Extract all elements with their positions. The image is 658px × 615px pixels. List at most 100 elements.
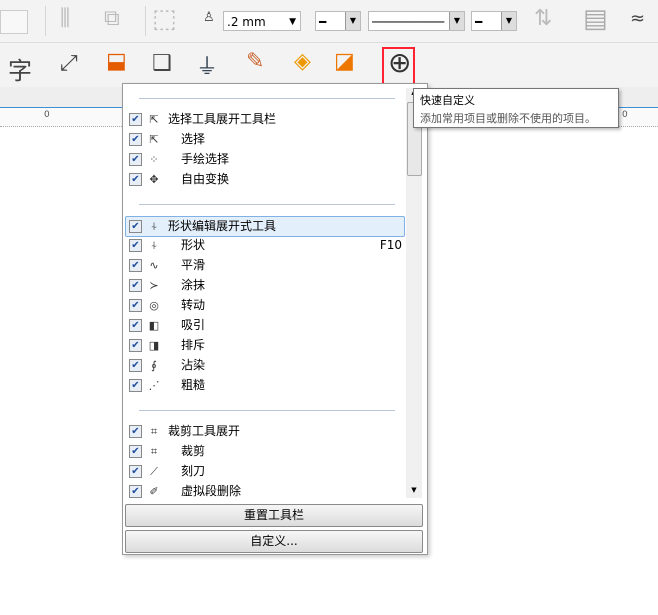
checkbox[interactable]: ✔ <box>129 339 142 352</box>
checkbox[interactable]: ✔ <box>129 299 142 312</box>
ruler-tick: 0 <box>44 110 50 120</box>
virtual-segment-delete-icon: ✐ <box>149 485 159 498</box>
wrap-text-icon[interactable]: ▤ <box>583 4 608 34</box>
menu-item[interactable]: ✔ ⋰ 粗糙 <box>126 376 404 395</box>
text-tool-icon[interactable]: 字 <box>8 51 32 86</box>
outline-width-value: .2 mm <box>227 15 266 29</box>
outline-width-select[interactable]: .2 mm ▼ <box>223 11 301 31</box>
menu-item[interactable]: ✔ ≻ 涂抹 <box>126 276 404 295</box>
menu-separator <box>139 98 395 99</box>
dimension-tool-icon[interactable]: ⤢ <box>60 51 78 76</box>
checkbox[interactable]: ✔ <box>129 239 142 252</box>
menu-item-label: 裁剪 <box>181 444 206 458</box>
reverse-icon[interactable]: ⇅ <box>534 6 552 31</box>
menu-item-label: 吸引 <box>181 318 206 332</box>
checkbox[interactable]: ✔ <box>129 425 142 438</box>
line-style-select[interactable]: ────────── ▼ <box>368 11 465 31</box>
checkbox[interactable]: ✔ <box>129 173 142 186</box>
menu-item[interactable]: ✔ ⁘ 手绘选择 <box>126 150 404 169</box>
checkbox[interactable]: ✔ <box>129 359 142 372</box>
crop-icon: ⌗ <box>150 445 158 458</box>
menu-item-label: 选择 <box>181 132 206 146</box>
checkbox[interactable]: ✔ <box>129 259 142 272</box>
menu-item-label: 涂抹 <box>181 278 206 292</box>
chevron-down-icon: ▼ <box>289 17 296 27</box>
menu-item-label: 转动 <box>181 298 206 312</box>
smudge-icon: ∮ <box>151 359 157 372</box>
attract-icon: ◧ <box>148 319 160 332</box>
menu-item-label: 形状 <box>181 238 206 252</box>
menu-item-label: 粗糙 <box>181 378 206 392</box>
menu-item[interactable]: ✔ ∿ 平滑 <box>126 256 404 275</box>
smear-icon: ≻ <box>149 279 159 292</box>
menu-item[interactable]: ✔ ◎ 转动 <box>126 296 404 315</box>
menu-item[interactable]: ✔ ⍭ 形状 F10 <box>126 236 404 255</box>
scrollbar[interactable]: ▲ ▼ <box>406 88 422 498</box>
checkbox[interactable]: ✔ <box>129 220 142 233</box>
chevron-down-icon: ▼ <box>449 12 464 30</box>
menu-item-label: 平滑 <box>181 258 206 272</box>
break-apart-icon[interactable]: ⧉ <box>104 6 120 31</box>
menu-separator <box>139 410 395 411</box>
fill-tool-icon[interactable]: ◈ <box>294 49 311 74</box>
tooltip-description: 添加常用项目或删除不使用的项目。 <box>420 112 596 125</box>
transparency-tool-icon[interactable]: ⏚ <box>196 49 218 81</box>
repel-icon: ◨ <box>148 339 160 352</box>
tooltip-title: 快速自定义 <box>420 94 475 107</box>
connector-tool-icon[interactable]: ⬓ <box>106 49 127 74</box>
ruler-tick: 0 <box>622 110 628 120</box>
menu-item[interactable]: ✔ ⇱ 选择工具展开工具栏 <box>126 110 404 129</box>
checkbox[interactable]: ✔ <box>129 445 142 458</box>
end-arrow-select[interactable]: ━ ▼ <box>471 11 517 31</box>
reset-toolbar-button[interactable]: 重置工具栏 <box>125 504 423 527</box>
shortcut-label: F10 <box>379 238 402 252</box>
menu-item[interactable]: ✔ ∮ 沾染 <box>126 356 404 375</box>
customize-menu: ✔ ⇱ 选择工具展开工具栏 ✔ ⇱ 选择 ✔ ⁘ 手绘选择 ✔ ✥ 自由变换 ✔ ⍭ 形状编辑展开式工具 ✔ ⍭… <box>122 83 428 555</box>
knife-icon: ⟋ <box>150 465 158 478</box>
menu-item[interactable]: ✔ ⟋ 刻刀 <box>126 462 404 481</box>
pen-nib-icon: ♙ <box>203 10 215 25</box>
toolbox: 字 ⤢ ⬓ ❑ ⏚ ✎ ◈ ◪ ⊕ <box>0 43 658 87</box>
customize-button[interactable]: 自定义... <box>125 530 423 553</box>
free-transform-icon: ✥ <box>149 173 159 186</box>
scroll-down-icon[interactable]: ▼ <box>406 486 422 498</box>
checkbox[interactable]: ✔ <box>129 153 142 166</box>
menu-item[interactable]: ✔ ✥ 自由变换 <box>126 170 404 189</box>
menu-item[interactable]: ✔ ⌗ 裁剪工具展开 <box>126 422 404 441</box>
menu-item[interactable]: ✔ ◨ 排斥 <box>126 336 404 355</box>
menu-item[interactable]: ✔ ⍭ 形状编辑展开式工具 <box>125 216 405 237</box>
property-bar: ⫼ ⧉ ⬚ ♙ .2 mm ▼ ━ ▼ ────────── ▼ ━ ▼ ⇅ ▤ ≈ <box>0 0 658 43</box>
menu-item-label: 沾染 <box>181 358 206 372</box>
menu-item[interactable]: ✔ ⌗ 裁剪 <box>126 442 404 461</box>
chevron-down-icon: ▼ <box>345 12 360 30</box>
shape-icon: ⍭ <box>150 239 158 252</box>
menu-item[interactable]: ✔ ◧ 吸引 <box>126 316 404 335</box>
checkbox[interactable]: ✔ <box>129 319 142 332</box>
eyedropper-tool-icon[interactable]: ✎ <box>246 49 264 74</box>
menu-item-label: 排斥 <box>181 338 206 352</box>
pointer-icon: ⇱ <box>149 133 159 146</box>
twirl-icon: ◎ <box>149 299 159 312</box>
chevron-down-icon: ▼ <box>501 12 516 30</box>
divider <box>45 6 46 36</box>
menu-item-label: 形状编辑展开式工具 <box>168 219 277 233</box>
menu-item[interactable]: ✔ ⇱ 选择 <box>126 130 404 149</box>
menu-item-label: 选择工具展开工具栏 <box>168 112 277 126</box>
interactive-fill-icon[interactable]: ◪ <box>334 49 355 74</box>
checkbox[interactable]: ✔ <box>129 133 142 146</box>
crop-icon: ⌗ <box>150 425 158 438</box>
checkbox[interactable]: ✔ <box>129 485 142 498</box>
menu-item[interactable]: ✔ ✐ 虚拟段删除 <box>126 482 404 501</box>
checkbox[interactable]: ✔ <box>129 379 142 392</box>
scale-icon[interactable]: ⬚ <box>152 4 177 34</box>
menu-item-label: 裁剪工具展开 <box>168 424 241 438</box>
checkbox[interactable]: ✔ <box>129 279 142 292</box>
checkbox[interactable]: ✔ <box>129 113 142 126</box>
drop-shadow-tool-icon[interactable]: ❑ <box>152 51 172 76</box>
angle-field[interactable] <box>0 10 28 34</box>
checkbox[interactable]: ✔ <box>129 465 142 478</box>
align-icon[interactable]: ⫼ <box>60 6 70 31</box>
start-arrow-select[interactable]: ━ ▼ <box>315 11 361 31</box>
curve-smoothing-icon[interactable]: ≈ <box>630 8 645 29</box>
tooltip: 快速自定义 添加常用项目或删除不使用的项目。 <box>413 88 619 128</box>
